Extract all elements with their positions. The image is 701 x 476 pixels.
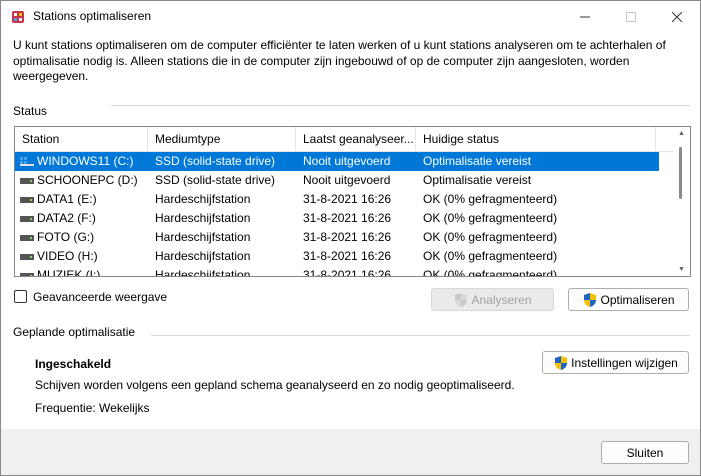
drive-icon [20,273,34,276]
uac-shield-icon [584,292,597,307]
uac-shield-icon [555,355,568,370]
change-settings-button-label: Instellingen wijzigen [571,355,678,370]
change-settings-button[interactable]: Instellingen wijzigen [542,351,689,374]
cell-medium: Hardeschijfstation [155,268,251,277]
maximize-icon [626,11,636,22]
minimize-icon [580,16,590,17]
window-title: Stations optimaliseren [33,9,152,23]
scroll-up-icon[interactable]: ▲ [678,130,685,137]
defrag-app-icon [12,11,24,23]
close-dialog-button[interactable]: Sluiten [601,441,689,464]
cell-medium: SSD (solid-state drive) [155,154,276,168]
cell-state: OK (0% gefragmenteerd) [423,192,558,206]
optimize-button-label: Optimaliseren [600,292,675,307]
maximize-button[interactable] [608,1,654,32]
drive-icon [20,216,34,222]
scheduled-state: Ingeschakeld [35,357,112,371]
drive-icon [20,178,34,184]
list-header: Station Mediumtype Laatst geanalyseer...… [15,127,673,152]
cell-last: 31-8-2021 16:26 [303,230,392,244]
scroll-down-icon[interactable]: ▼ [678,266,685,273]
close-dialog-button-label: Sluiten [626,445,664,460]
cell-last: Nooit uitgevoerd [303,173,391,187]
cell-medium: Hardeschijfstation [155,249,251,263]
minimize-button[interactable] [562,1,608,32]
scheduled-frequency: Frequentie: Wekelijks [35,401,150,415]
cell-state: OK (0% gefragmenteerd) [423,268,558,277]
analyze-button[interactable]: Analyseren [431,288,554,311]
scheduled-divider [151,335,690,336]
cell-medium: Hardeschijfstation [155,211,251,225]
dialog-footer: Sluiten [1,429,700,475]
cell-state: Optimalisatie vereist [423,173,532,187]
cell-last: 31-8-2021 16:26 [303,268,392,277]
drive-icon [20,197,34,203]
advanced-view-label: Geavanceerde weergave [33,290,168,304]
windows-drive-icon [20,157,34,166]
cell-station: DATA2 (F:) [37,211,96,225]
uac-shield-icon [455,292,468,307]
intro-text: U kunt stations optimaliseren om de comp… [13,38,666,83]
cell-station: SCHOONEPC (D:) [37,173,138,187]
optimize-button[interactable]: Optimaliseren [568,288,689,311]
drives-list[interactable]: Station Mediumtype Laatst geanalyseer...… [14,126,691,277]
cell-medium: Hardeschijfstation [155,192,251,206]
column-header-current-status[interactable]: Huidige status [416,127,656,151]
drive-icon [20,254,34,260]
cell-state: OK (0% gefragmenteerd) [423,211,558,225]
table-row[interactable]: DATA1 (E:) Hardeschijfstation 31-8-2021 16… [15,190,659,209]
cell-medium: Hardeschijfstation [155,230,251,244]
analyze-button-label: Analyseren [471,292,532,307]
column-header-last-analyzed[interactable]: Laatst geanalyseer... [296,127,416,151]
table-row[interactable]: MUZIEK (I:) Hardeschijfstation 31-8-2021 1… [15,266,659,277]
scroll-thumb[interactable] [679,147,682,199]
title-bar[interactable]: Stations optimaliseren [1,1,700,32]
cell-station: VIDEO (H:) [37,249,98,263]
status-divider [111,105,690,106]
drive-icon [20,235,34,241]
cell-last: 31-8-2021 16:26 [303,211,392,225]
table-row[interactable]: FOTO (G:) Hardeschijfstation 31-8-2021 16:… [15,228,659,247]
cell-last: 31-8-2021 16:26 [303,192,392,206]
scheduled-section-label: Geplande optimalisatie [13,325,136,339]
advanced-view-checkbox[interactable] [14,290,27,303]
cell-state: OK (0% gefragmenteerd) [423,230,558,244]
cell-station: MUZIEK (I:) [37,268,101,277]
table-row[interactable]: WINDOWS11 (C:) SSD (solid-state drive) Noo… [15,152,659,171]
cell-state: OK (0% gefragmenteerd) [423,249,558,263]
column-header-station[interactable]: Station [15,127,148,151]
scheduled-description: Schijven worden volgens een gepland sche… [35,378,515,392]
cell-medium: SSD (solid-state drive) [155,173,276,187]
cell-station: WINDOWS11 (C:) [37,154,134,168]
cell-station: DATA1 (E:) [37,192,97,206]
cell-state: Optimalisatie vereist [423,154,532,168]
cell-station: FOTO (G:) [37,230,95,244]
table-row[interactable]: VIDEO (H:) Hardeschijfstation 31-8-2021 16… [15,247,659,266]
cell-last: Nooit uitgevoerd [303,154,391,168]
close-icon [672,11,682,22]
list-scrollbar[interactable]: ▲ ▼ [673,127,690,276]
close-button[interactable] [654,1,700,32]
table-row[interactable]: DATA2 (F:) Hardeschijfstation 31-8-2021 16… [15,209,659,228]
optimize-drives-window: Stations optimaliseren U kunt stations o… [0,0,701,476]
column-header-mediumtype[interactable]: Mediumtype [148,127,296,151]
status-section-label: Status [13,104,48,118]
table-row[interactable]: SCHOONEPC (D:) SSD (solid-state drive) Noo… [15,171,659,190]
cell-last: 31-8-2021 16:26 [303,249,392,263]
